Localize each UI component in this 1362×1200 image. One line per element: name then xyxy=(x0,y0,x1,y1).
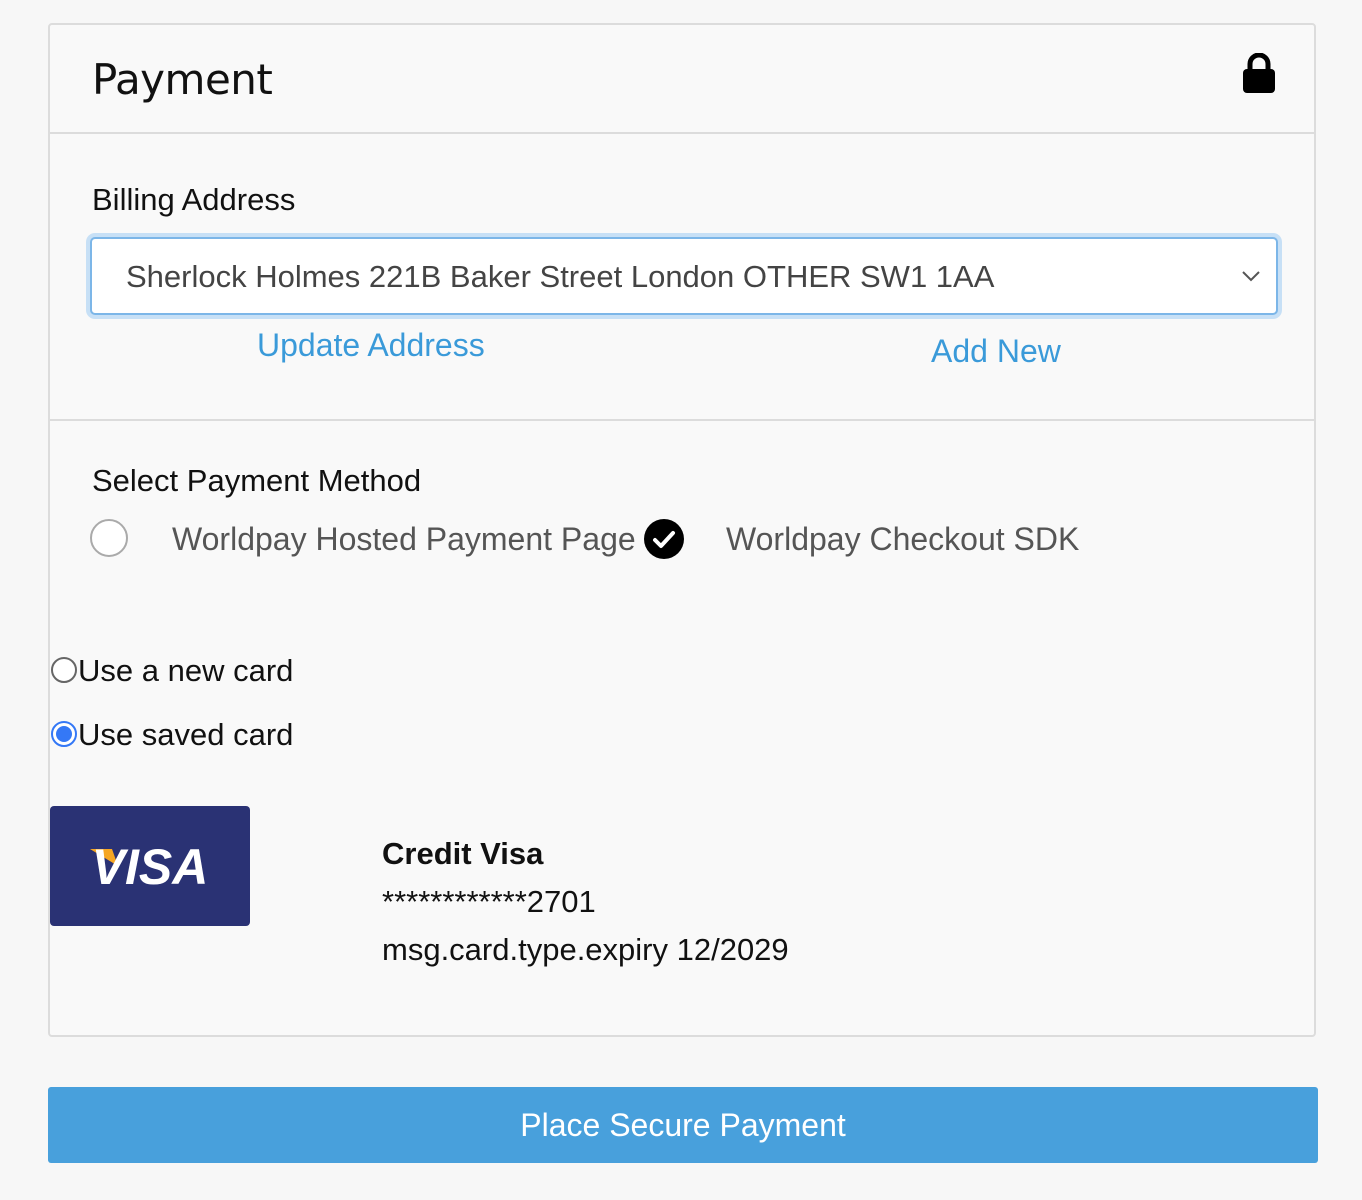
card-number: ************2701 xyxy=(382,884,596,919)
hosted-payment-label[interactable]: Worldpay Hosted Payment Page xyxy=(172,521,636,558)
chevron-down-icon xyxy=(1242,271,1260,282)
checkout-sdk-label[interactable]: Worldpay Checkout SDK xyxy=(726,521,1079,558)
new-card-label[interactable]: Use a new card xyxy=(78,653,293,689)
place-secure-payment-button[interactable]: Place Secure Payment xyxy=(48,1087,1318,1163)
selected-address: Sherlock Holmes 221B Baker Street London… xyxy=(126,259,995,294)
visa-wordmark: VISA xyxy=(92,839,209,895)
payment-panel: Payment Billing Address Sherlock Holmes … xyxy=(48,23,1316,1037)
saved-card-radio[interactable] xyxy=(51,721,77,747)
check-circle-icon[interactable] xyxy=(644,519,684,559)
card-expiry: msg.card.type.expiry 12/2029 xyxy=(382,932,789,967)
update-address-link[interactable]: Update Address xyxy=(257,327,485,364)
lock-icon xyxy=(1243,53,1275,93)
billing-section: Billing Address Sherlock Holmes 221B Bak… xyxy=(50,134,1314,421)
saved-card-label[interactable]: Use saved card xyxy=(78,717,293,753)
payment-method-section: Select Payment Method Worldpay Hosted Pa… xyxy=(50,421,1314,1035)
new-card-radio[interactable] xyxy=(51,657,77,683)
visa-logo-art: VISA xyxy=(90,839,209,895)
page-title: Payment xyxy=(92,55,273,104)
payment-header: Payment xyxy=(50,25,1314,134)
payment-method-label: Select Payment Method xyxy=(92,463,422,498)
add-new-address-link[interactable]: Add New xyxy=(931,333,1061,370)
billing-address-select[interactable]: Sherlock Holmes 221B Baker Street London… xyxy=(90,237,1278,315)
hosted-payment-radio[interactable] xyxy=(90,519,128,557)
billing-address-label: Billing Address xyxy=(92,182,296,217)
card-type: Credit Visa xyxy=(382,836,544,871)
visa-logo: VISA xyxy=(50,806,250,926)
